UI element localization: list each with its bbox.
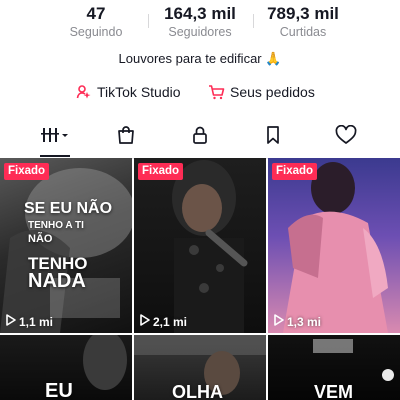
video-thumbnail[interactable]: Fixado 2,1 mi xyxy=(134,158,266,333)
stat-likes[interactable]: 789,3 mil Curtidas xyxy=(248,4,358,40)
view-count-label: 2,1 mi xyxy=(153,314,188,329)
video-thumbnail[interactable]: VEM xyxy=(268,335,400,400)
shop-bag-icon xyxy=(116,125,136,150)
likes-count: 789,3 mil xyxy=(267,4,339,23)
video-grid: Fixado SE EU NÃO TENHO A TI NÃO TENHO NA… xyxy=(0,158,400,400)
studio-label: TikTok Studio xyxy=(97,84,181,100)
lock-icon xyxy=(190,125,210,150)
following-count: 47 xyxy=(86,4,106,23)
pinned-badge: Fixado xyxy=(4,163,50,180)
studio-icon xyxy=(76,84,92,100)
video-thumbnail[interactable]: EU xyxy=(0,335,132,400)
overlay-line: NADA xyxy=(28,270,86,292)
overlay-line: OLHA xyxy=(172,382,223,400)
tiktok-studio-link[interactable]: TikTok Studio xyxy=(76,84,181,100)
stat-following[interactable]: 47 Seguindo xyxy=(41,4,151,40)
thumbnail-art xyxy=(283,162,388,333)
tab-liked[interactable] xyxy=(306,118,386,156)
view-count-label: 1,3 mi xyxy=(287,314,322,329)
play-icon xyxy=(5,314,16,329)
followers-count: 164,3 mil xyxy=(164,4,236,23)
orders-label: Seus pedidos xyxy=(230,84,315,100)
overlay-line: VEM xyxy=(314,382,354,400)
overlay-line: SE EU NÃO xyxy=(24,200,113,217)
video-thumbnail[interactable]: Fixado 1,3 mi xyxy=(268,158,400,333)
grid-icon xyxy=(40,126,70,149)
tab-videos[interactable] xyxy=(15,118,95,157)
tab-private[interactable] xyxy=(160,118,240,156)
pinned-badge: Fixado xyxy=(272,163,318,180)
overlay-line: TENHO A TI xyxy=(28,220,84,231)
thumbnail-art xyxy=(0,168,132,333)
orders-link[interactable]: Seus pedidos xyxy=(208,84,315,100)
cart-icon xyxy=(208,84,225,100)
stat-followers[interactable]: 164,3 mil Seguidores xyxy=(145,4,255,40)
view-count-label: 1,1 mi xyxy=(19,314,54,329)
profile-bio: Louvores para te edificar 🙏 xyxy=(118,51,282,66)
pinned-badge: Fixado xyxy=(138,163,184,180)
play-icon xyxy=(273,314,284,329)
tab-saved[interactable] xyxy=(233,118,313,156)
overlay-line: NÃO xyxy=(28,233,53,245)
view-count: 1,3 mi xyxy=(273,314,321,329)
profile-links: TikTok Studio Seus pedidos xyxy=(0,84,400,104)
play-icon xyxy=(139,314,150,329)
profile-stats: 47 Seguindo 164,3 mil Seguidores 789,3 m… xyxy=(0,4,400,44)
likes-label: Curtidas xyxy=(279,25,327,39)
profile-tabs xyxy=(0,118,400,159)
bookmark-icon xyxy=(263,125,283,150)
overlay-line: EU xyxy=(45,380,73,400)
tab-shop[interactable] xyxy=(86,118,166,156)
view-count: 1,1 mi xyxy=(5,314,53,329)
video-thumbnail[interactable]: Fixado SE EU NÃO TENHO A TI NÃO TENHO NA… xyxy=(0,158,132,333)
thumbnail-art xyxy=(172,160,248,333)
following-label: Seguindo xyxy=(69,25,123,39)
heart-icon xyxy=(335,124,357,150)
video-thumbnail[interactable]: OLHA xyxy=(134,335,266,400)
followers-label: Seguidores xyxy=(168,25,232,39)
view-count: 2,1 mi xyxy=(139,314,187,329)
